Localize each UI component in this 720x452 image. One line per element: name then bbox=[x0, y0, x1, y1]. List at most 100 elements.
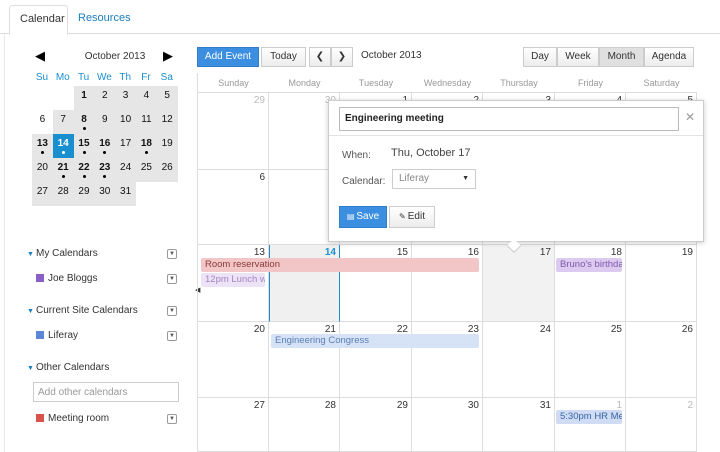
calendar-joe-bloggs[interactable]: Joe Bloggs bbox=[48, 273, 97, 284]
day-cell[interactable]: 6 bbox=[198, 170, 269, 245]
view-agenda-button[interactable]: Agenda bbox=[644, 47, 694, 67]
add-other-calendars-input[interactable] bbox=[33, 382, 179, 402]
weekday-header: Tuesday bbox=[340, 73, 412, 93]
day-cell[interactable]: 26 bbox=[626, 322, 697, 398]
day-cell[interactable]: 19 bbox=[626, 245, 697, 322]
mini-day-number: 11 bbox=[141, 114, 152, 125]
mini-day-cell[interactable]: 15 bbox=[73, 134, 95, 158]
event-dot bbox=[61, 151, 65, 154]
calendar-liferay[interactable]: Liferay bbox=[48, 330, 78, 341]
mini-day-number: 10 bbox=[120, 114, 132, 125]
mini-day-cell[interactable]: 5 bbox=[156, 86, 178, 110]
collapse-arrow-icon[interactable]: ▼ bbox=[27, 365, 34, 372]
mini-day-cell[interactable]: 24 bbox=[115, 158, 136, 182]
day-cell[interactable]: 27 bbox=[198, 398, 269, 452]
day-cell[interactable]: 14 bbox=[269, 245, 340, 322]
mini-day-cell[interactable]: 27 bbox=[32, 182, 53, 206]
collapse-arrow-icon[interactable]: ▼ bbox=[27, 251, 34, 258]
tab-resources[interactable]: Resources bbox=[68, 5, 141, 35]
mini-day-cell[interactable]: 16 bbox=[94, 134, 116, 158]
mini-day-cell[interactable]: 22 bbox=[73, 158, 95, 182]
day-cell[interactable]: 2 bbox=[626, 398, 697, 452]
mini-day-cell[interactable]: 21 bbox=[52, 158, 74, 182]
mini-day-cell[interactable]: 11 bbox=[136, 110, 157, 134]
calendar-meeting-room[interactable]: Meeting room bbox=[48, 413, 109, 424]
collapse-arrow-icon[interactable]: ▼ bbox=[27, 308, 34, 315]
mini-day-cell[interactable]: 6 bbox=[32, 110, 53, 134]
view-day-button[interactable]: Day bbox=[523, 47, 557, 67]
event-lunch[interactable]: 12pm Lunch w bbox=[201, 273, 265, 287]
calendar-menu-icon[interactable]: ▼ bbox=[167, 331, 177, 341]
my-calendars-menu-icon[interactable]: ▼ bbox=[167, 249, 177, 259]
weekday-header: Monday bbox=[269, 73, 340, 93]
event-room[interactable]: Room reservation bbox=[201, 258, 479, 272]
mini-day-cell[interactable]: 14 bbox=[52, 134, 74, 158]
mini-day-cell[interactable]: 13 bbox=[32, 134, 53, 158]
day-number: 25 bbox=[610, 324, 622, 335]
mini-day-cell[interactable]: 25 bbox=[136, 158, 157, 182]
mini-week-row: 13 14 15 16 17 18 19 bbox=[32, 134, 178, 158]
day-cell[interactable]: 30 bbox=[412, 398, 483, 452]
close-icon[interactable]: ✕ bbox=[685, 110, 695, 124]
save-button[interactable]: ▤ Save bbox=[339, 206, 387, 228]
day-cell[interactable]: 25 bbox=[555, 322, 626, 398]
mini-week-row: 20 21 22 23 24 25 26 bbox=[32, 158, 178, 182]
view-week-button[interactable]: Week bbox=[557, 47, 599, 67]
mini-day-cell[interactable]: 4 bbox=[136, 86, 157, 110]
day-cell[interactable]: 18 bbox=[555, 245, 626, 322]
day-cell[interactable]: 17 bbox=[483, 245, 555, 322]
mini-day-cell[interactable]: 23 bbox=[94, 158, 116, 182]
event-birthday[interactable]: Bruno's birthday bbox=[556, 258, 622, 272]
mini-next-month-icon[interactable]: ▶ bbox=[161, 49, 175, 63]
today-button[interactable]: Today bbox=[261, 47, 306, 67]
event-congress[interactable]: Engineering Congress bbox=[271, 334, 479, 348]
mini-day-cell[interactable]: 7 bbox=[52, 110, 74, 134]
day-cell[interactable]: 16 bbox=[412, 245, 483, 322]
view-month-button[interactable]: Month bbox=[599, 47, 644, 67]
calendar-menu-icon[interactable]: ▼ bbox=[167, 274, 177, 284]
add-event-button[interactable]: Add Event bbox=[197, 47, 259, 67]
day-number: 6 bbox=[259, 172, 265, 183]
mini-day-cell[interactable]: 3 bbox=[115, 86, 136, 110]
calendar-menu-icon[interactable]: ▼ bbox=[167, 414, 177, 424]
day-cell[interactable]: 24 bbox=[483, 322, 555, 398]
mini-day-cell[interactable]: 19 bbox=[156, 134, 178, 158]
day-cell[interactable]: 20 bbox=[198, 322, 269, 398]
when-value: Thu, October 17 bbox=[391, 147, 471, 159]
mini-day-cell[interactable]: 18 bbox=[136, 134, 157, 158]
mini-day-cell[interactable]: 2 bbox=[94, 86, 116, 110]
site-calendars-menu-icon[interactable]: ▼ bbox=[167, 306, 177, 316]
mini-day-cell[interactable]: 30 bbox=[94, 182, 116, 206]
mini-empty-cell bbox=[157, 182, 178, 206]
event-title-field[interactable]: Engineering meeting bbox=[339, 107, 679, 131]
mini-day-number: 28 bbox=[57, 186, 69, 197]
day-cell[interactable]: 28 bbox=[269, 398, 340, 452]
day-cell[interactable]: 29 bbox=[340, 398, 412, 452]
mini-day-number: 12 bbox=[161, 114, 173, 125]
mini-day-cell[interactable]: 26 bbox=[156, 158, 178, 182]
day-cell[interactable]: 15 bbox=[340, 245, 412, 322]
mini-day-cell[interactable]: 9 bbox=[94, 110, 116, 134]
next-month-icon[interactable]: ❯ bbox=[331, 47, 353, 67]
mini-day-cell[interactable]: 29 bbox=[73, 182, 95, 206]
calendar-select[interactable]: Liferay ▼ bbox=[392, 169, 476, 189]
mini-day-cell[interactable]: 31 bbox=[115, 182, 136, 206]
mini-day-number: 31 bbox=[120, 186, 132, 197]
day-cell[interactable]: 29 bbox=[198, 93, 269, 170]
prev-month-icon[interactable]: ❮ bbox=[309, 47, 331, 67]
day-cell[interactable]: 1 bbox=[555, 398, 626, 452]
mini-day-cell[interactable]: 10 bbox=[115, 110, 136, 134]
mini-day-cell[interactable]: 12 bbox=[156, 110, 178, 134]
mini-day-cell[interactable]: 1 bbox=[73, 86, 95, 110]
day-number: 17 bbox=[539, 247, 551, 258]
event-popover: Engineering meeting ✕ When: Thu, October… bbox=[328, 100, 704, 254]
event-hr[interactable]: 5:30pm HR Me bbox=[556, 410, 622, 424]
mini-prev-month-icon[interactable]: ◀ bbox=[33, 49, 47, 63]
tab-calendar[interactable]: Calendar bbox=[9, 5, 68, 35]
mini-day-cell[interactable]: 17 bbox=[115, 134, 136, 158]
mini-day-cell[interactable]: 20 bbox=[32, 158, 53, 182]
mini-day-cell[interactable]: 8 bbox=[73, 110, 95, 134]
edit-button[interactable]: ✎ Edit bbox=[389, 206, 435, 228]
mini-day-cell[interactable]: 28 bbox=[52, 182, 74, 206]
day-cell[interactable]: 31 bbox=[483, 398, 555, 452]
